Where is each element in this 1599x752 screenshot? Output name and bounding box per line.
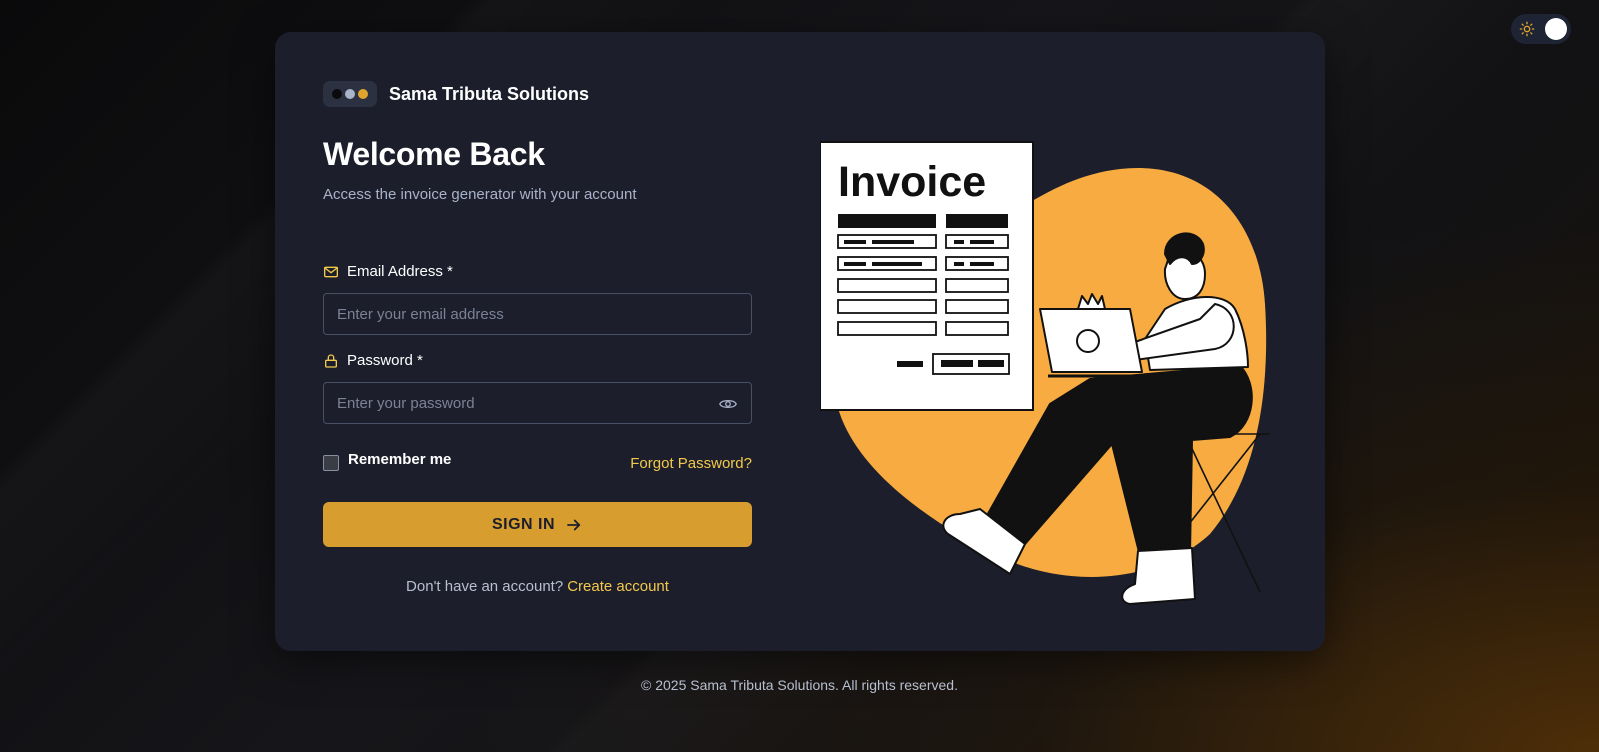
remember-me[interactable]: Remember me <box>323 451 451 471</box>
forgot-password-link[interactable]: Forgot Password? <box>630 455 752 472</box>
remember-checkbox[interactable] <box>323 455 339 471</box>
brand-name: Sama Tributa Solutions <box>389 83 590 104</box>
login-card: Sama Tributa Solutions Welcome Back Acce… <box>275 32 1325 651</box>
password-field-box <box>323 382 752 424</box>
page-title: Welcome Back <box>323 136 545 172</box>
page-subtitle: Access the invoice generator with your a… <box>323 186 637 203</box>
brand-dot <box>332 89 342 99</box>
brand-dot <box>358 89 368 99</box>
remember-label: Remember me <box>348 451 452 468</box>
laptop-logo <box>1076 329 1100 353</box>
password-field[interactable] <box>324 383 751 423</box>
toggle-knob <box>1545 18 1567 40</box>
email-label: Email Address * <box>323 263 453 280</box>
invoice-bar <box>838 214 936 228</box>
brand: Sama Tributa Solutions <box>323 81 589 107</box>
lock-icon <box>325 353 337 368</box>
signup-question: Don't have an account? <box>406 578 564 595</box>
sun-icon <box>1519 21 1535 37</box>
invoice-heading: Invoice <box>838 158 986 206</box>
person-hand <box>1077 293 1106 310</box>
signup-prompt: Don't have an account? Create account <box>323 578 752 595</box>
password-label: Password * <box>323 352 423 369</box>
email-field-box <box>323 293 752 335</box>
eye-icon[interactable] <box>719 396 737 412</box>
sign-in-label: SIGN IN <box>491 515 556 533</box>
theme-toggle[interactable] <box>1511 14 1571 44</box>
invoice-illustration: Invoice <box>820 141 1270 605</box>
create-account-link[interactable]: Create account <box>567 578 669 595</box>
invoice-bar <box>946 214 1008 228</box>
sign-in-button[interactable]: SIGN IN <box>323 502 752 547</box>
brand-dot <box>345 89 355 99</box>
footer-copyright: © 2025 Sama Tributa Solutions. All right… <box>641 677 958 693</box>
password-label-text: Password * <box>347 352 423 369</box>
brand-logo <box>323 81 377 107</box>
email-field[interactable] <box>324 294 751 334</box>
mail-icon <box>324 266 338 277</box>
arrow-right-icon <box>567 519 581 530</box>
email-label-text: Email Address * <box>347 263 453 280</box>
